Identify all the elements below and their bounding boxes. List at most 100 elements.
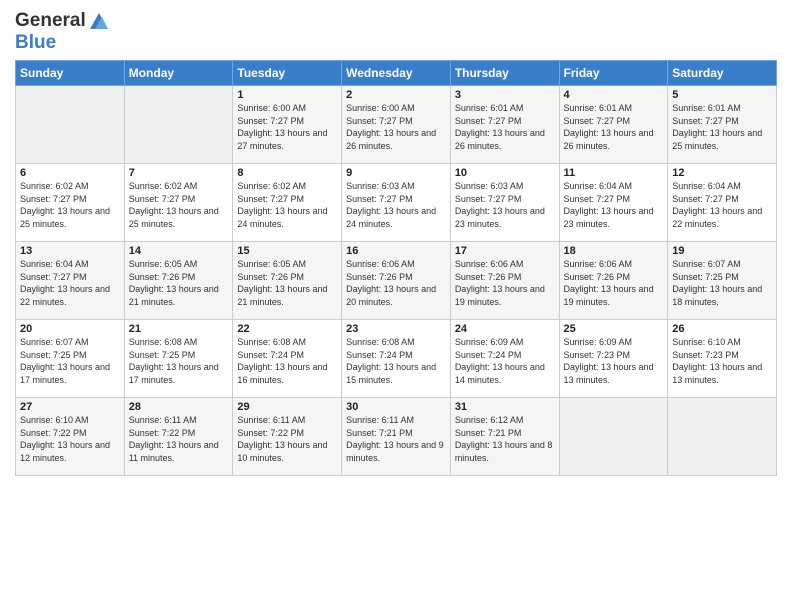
day-number: 18 — [564, 245, 664, 257]
day-number: 5 — [672, 89, 772, 101]
calendar-cell: 9Sunrise: 6:03 AMSunset: 7:27 PMDaylight… — [342, 164, 451, 242]
day-number: 27 — [20, 401, 120, 413]
calendar-cell: 3Sunrise: 6:01 AMSunset: 7:27 PMDaylight… — [450, 86, 559, 164]
day-info: Sunrise: 6:01 AMSunset: 7:27 PMDaylight:… — [564, 102, 664, 152]
calendar-cell: 18Sunrise: 6:06 AMSunset: 7:26 PMDayligh… — [559, 242, 668, 320]
header: General Blue — [15, 10, 777, 54]
day-info: Sunrise: 6:09 AMSunset: 7:23 PMDaylight:… — [564, 336, 664, 386]
calendar-header-thursday: Thursday — [450, 61, 559, 86]
day-number: 16 — [346, 245, 446, 257]
calendar-table: SundayMondayTuesdayWednesdayThursdayFrid… — [15, 60, 777, 476]
day-number: 23 — [346, 323, 446, 335]
calendar-cell — [16, 86, 125, 164]
calendar-cell — [124, 86, 233, 164]
calendar-header-monday: Monday — [124, 61, 233, 86]
day-number: 24 — [455, 323, 555, 335]
day-number: 12 — [672, 167, 772, 179]
calendar-header-row: SundayMondayTuesdayWednesdayThursdayFrid… — [16, 61, 777, 86]
day-info: Sunrise: 6:01 AMSunset: 7:27 PMDaylight:… — [455, 102, 555, 152]
calendar-cell: 25Sunrise: 6:09 AMSunset: 7:23 PMDayligh… — [559, 320, 668, 398]
day-info: Sunrise: 6:08 AMSunset: 7:24 PMDaylight:… — [237, 336, 337, 386]
day-info: Sunrise: 6:06 AMSunset: 7:26 PMDaylight:… — [346, 258, 446, 308]
calendar-cell: 20Sunrise: 6:07 AMSunset: 7:25 PMDayligh… — [16, 320, 125, 398]
day-info: Sunrise: 6:02 AMSunset: 7:27 PMDaylight:… — [237, 180, 337, 230]
calendar-cell: 11Sunrise: 6:04 AMSunset: 7:27 PMDayligh… — [559, 164, 668, 242]
calendar-cell: 21Sunrise: 6:08 AMSunset: 7:25 PMDayligh… — [124, 320, 233, 398]
calendar-cell: 16Sunrise: 6:06 AMSunset: 7:26 PMDayligh… — [342, 242, 451, 320]
day-info: Sunrise: 6:09 AMSunset: 7:24 PMDaylight:… — [455, 336, 555, 386]
day-info: Sunrise: 6:05 AMSunset: 7:26 PMDaylight:… — [237, 258, 337, 308]
day-info: Sunrise: 6:08 AMSunset: 7:24 PMDaylight:… — [346, 336, 446, 386]
day-info: Sunrise: 6:03 AMSunset: 7:27 PMDaylight:… — [455, 180, 555, 230]
day-info: Sunrise: 6:02 AMSunset: 7:27 PMDaylight:… — [20, 180, 120, 230]
day-info: Sunrise: 6:11 AMSunset: 7:21 PMDaylight:… — [346, 414, 446, 464]
day-info: Sunrise: 6:11 AMSunset: 7:22 PMDaylight:… — [129, 414, 229, 464]
day-number: 30 — [346, 401, 446, 413]
calendar-header-tuesday: Tuesday — [233, 61, 342, 86]
calendar-header-saturday: Saturday — [668, 61, 777, 86]
calendar-cell — [559, 398, 668, 476]
day-number: 21 — [129, 323, 229, 335]
calendar-cell: 2Sunrise: 6:00 AMSunset: 7:27 PMDaylight… — [342, 86, 451, 164]
calendar-week-4: 20Sunrise: 6:07 AMSunset: 7:25 PMDayligh… — [16, 320, 777, 398]
day-number: 26 — [672, 323, 772, 335]
day-info: Sunrise: 6:08 AMSunset: 7:25 PMDaylight:… — [129, 336, 229, 386]
calendar-header-wednesday: Wednesday — [342, 61, 451, 86]
day-info: Sunrise: 6:06 AMSunset: 7:26 PMDaylight:… — [455, 258, 555, 308]
calendar-cell: 30Sunrise: 6:11 AMSunset: 7:21 PMDayligh… — [342, 398, 451, 476]
logo: General Blue — [15, 10, 110, 54]
calendar-header-sunday: Sunday — [16, 61, 125, 86]
day-number: 31 — [455, 401, 555, 413]
calendar-cell: 22Sunrise: 6:08 AMSunset: 7:24 PMDayligh… — [233, 320, 342, 398]
day-info: Sunrise: 6:04 AMSunset: 7:27 PMDaylight:… — [564, 180, 664, 230]
calendar-header-friday: Friday — [559, 61, 668, 86]
day-number: 4 — [564, 89, 664, 101]
day-info: Sunrise: 6:12 AMSunset: 7:21 PMDaylight:… — [455, 414, 555, 464]
logo-icon — [88, 11, 110, 31]
calendar-cell: 28Sunrise: 6:11 AMSunset: 7:22 PMDayligh… — [124, 398, 233, 476]
day-info: Sunrise: 6:10 AMSunset: 7:23 PMDaylight:… — [672, 336, 772, 386]
day-number: 25 — [564, 323, 664, 335]
calendar-cell: 4Sunrise: 6:01 AMSunset: 7:27 PMDaylight… — [559, 86, 668, 164]
calendar-cell: 8Sunrise: 6:02 AMSunset: 7:27 PMDaylight… — [233, 164, 342, 242]
day-info: Sunrise: 6:02 AMSunset: 7:27 PMDaylight:… — [129, 180, 229, 230]
calendar-week-5: 27Sunrise: 6:10 AMSunset: 7:22 PMDayligh… — [16, 398, 777, 476]
day-info: Sunrise: 6:10 AMSunset: 7:22 PMDaylight:… — [20, 414, 120, 464]
calendar-cell: 15Sunrise: 6:05 AMSunset: 7:26 PMDayligh… — [233, 242, 342, 320]
day-number: 1 — [237, 89, 337, 101]
day-info: Sunrise: 6:11 AMSunset: 7:22 PMDaylight:… — [237, 414, 337, 464]
day-number: 11 — [564, 167, 664, 179]
day-number: 14 — [129, 245, 229, 257]
day-info: Sunrise: 6:03 AMSunset: 7:27 PMDaylight:… — [346, 180, 446, 230]
day-number: 15 — [237, 245, 337, 257]
day-number: 19 — [672, 245, 772, 257]
calendar-cell: 12Sunrise: 6:04 AMSunset: 7:27 PMDayligh… — [668, 164, 777, 242]
day-info: Sunrise: 6:07 AMSunset: 7:25 PMDaylight:… — [672, 258, 772, 308]
calendar-week-1: 1 Sunrise: 6:00 AMSunset: 7:27 PMDaylight… — [16, 86, 777, 164]
day-number: 2 — [346, 89, 446, 101]
calendar-cell: 7Sunrise: 6:02 AMSunset: 7:27 PMDaylight… — [124, 164, 233, 242]
calendar-cell: 13Sunrise: 6:04 AMSunset: 7:27 PMDayligh… — [16, 242, 125, 320]
calendar-cell: 5Sunrise: 6:01 AMSunset: 7:27 PMDaylight… — [668, 86, 777, 164]
day-number: 10 — [455, 167, 555, 179]
calendar-cell: 14Sunrise: 6:05 AMSunset: 7:26 PMDayligh… — [124, 242, 233, 320]
day-info: Sunrise: 6:00 AMSunset: 7:27 PMDaylight:… — [346, 102, 446, 152]
day-number: 22 — [237, 323, 337, 335]
day-info: Sunrise: 6:04 AMSunset: 7:27 PMDaylight:… — [20, 258, 120, 308]
logo-blue-text: Blue — [15, 32, 56, 53]
day-info: Sunrise: 6:06 AMSunset: 7:26 PMDaylight:… — [564, 258, 664, 308]
calendar-cell: 6Sunrise: 6:02 AMSunset: 7:27 PMDaylight… — [16, 164, 125, 242]
calendar-cell: 19Sunrise: 6:07 AMSunset: 7:25 PMDayligh… — [668, 242, 777, 320]
day-number: 8 — [237, 167, 337, 179]
day-number: 20 — [20, 323, 120, 335]
day-number: 28 — [129, 401, 229, 413]
day-number: 6 — [20, 167, 120, 179]
calendar-cell: 26Sunrise: 6:10 AMSunset: 7:23 PMDayligh… — [668, 320, 777, 398]
page: General Blue SundayMondayTuesdayWednesda… — [0, 0, 792, 612]
calendar-cell: 29Sunrise: 6:11 AMSunset: 7:22 PMDayligh… — [233, 398, 342, 476]
logo-general-text: General — [15, 10, 86, 32]
calendar-cell: 10Sunrise: 6:03 AMSunset: 7:27 PMDayligh… — [450, 164, 559, 242]
calendar-week-2: 6Sunrise: 6:02 AMSunset: 7:27 PMDaylight… — [16, 164, 777, 242]
calendar-cell: 27Sunrise: 6:10 AMSunset: 7:22 PMDayligh… — [16, 398, 125, 476]
day-number: 7 — [129, 167, 229, 179]
